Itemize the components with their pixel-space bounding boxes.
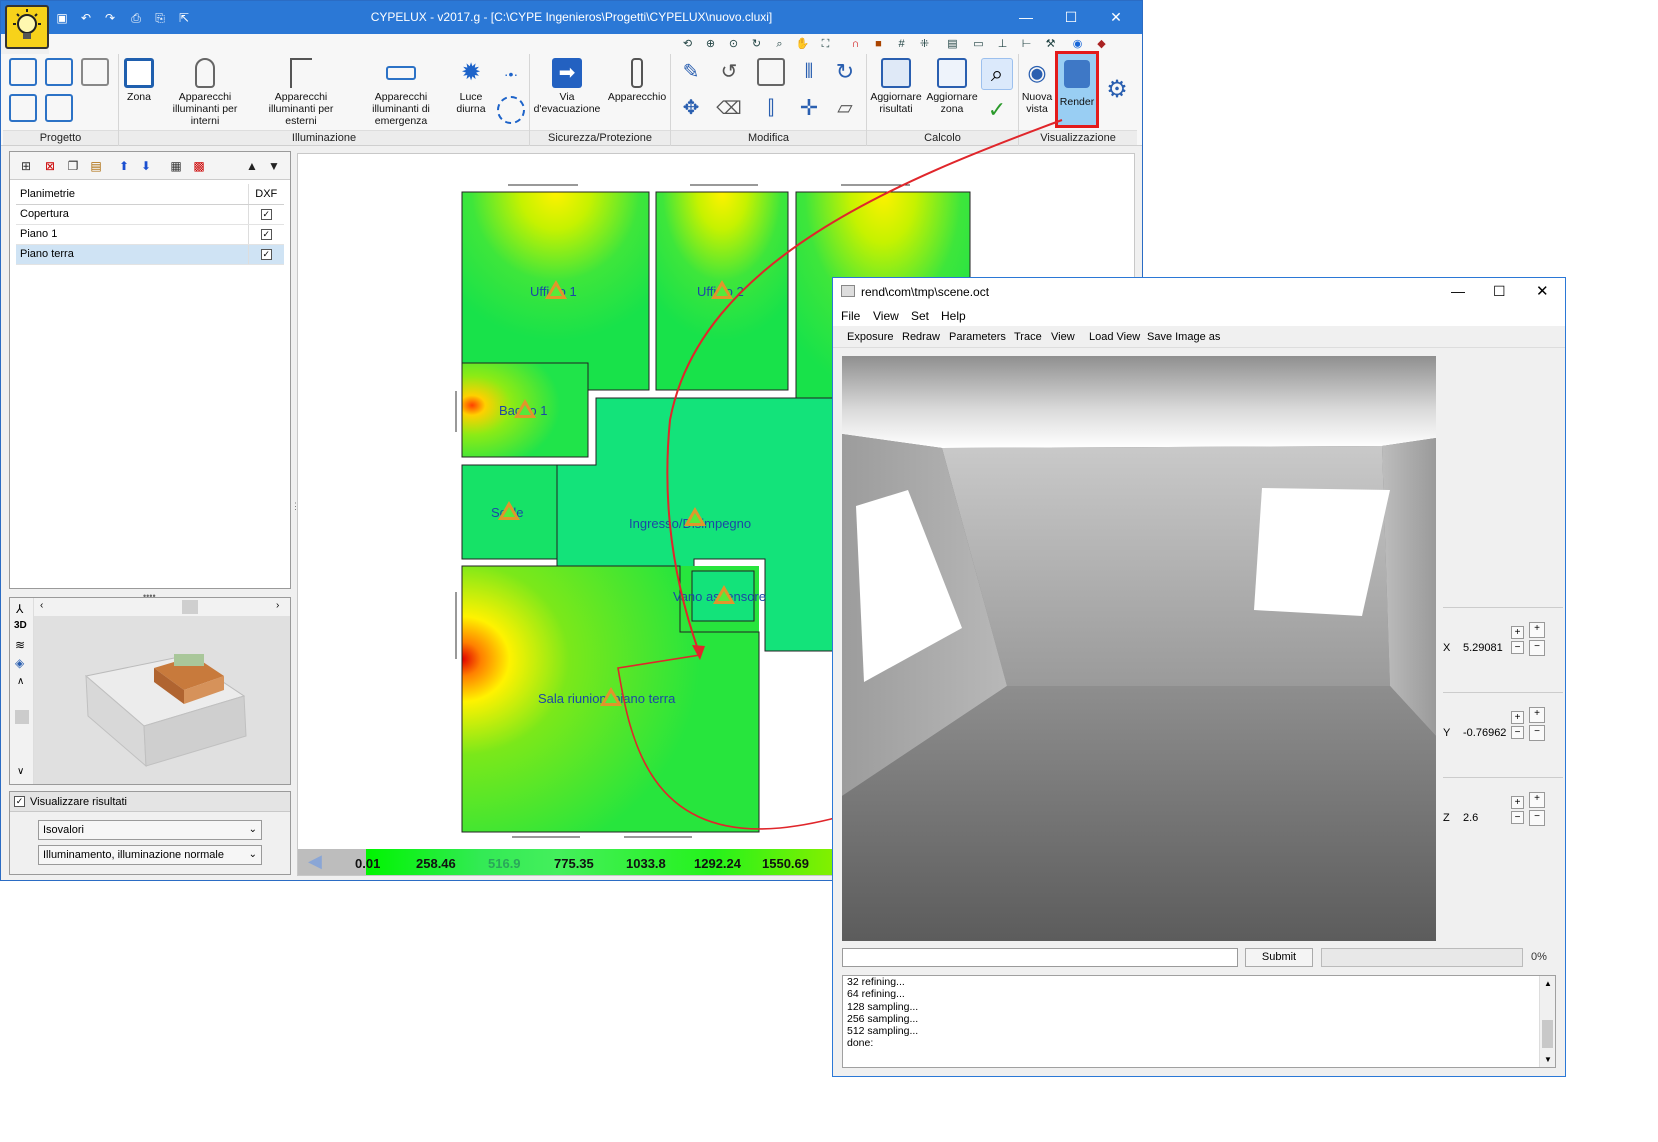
x-increase-small-button[interactable]: + (1511, 626, 1524, 639)
save-image-button[interactable]: Save Image as (1147, 331, 1220, 343)
log-line: 512 sampling... (847, 1025, 919, 1038)
y-decrease-button[interactable]: − (1529, 725, 1545, 741)
exposure-button[interactable]: Exposure (847, 331, 893, 343)
parameters-button[interactable]: Parameters (949, 331, 1006, 343)
render-window: rend\com\tmp\scene.oct — ☐ ✕ File View S… (832, 277, 1566, 1077)
x-decrease-button[interactable]: − (1529, 640, 1545, 656)
render-log: 32 refining... 64 refining... 128 sampli… (842, 975, 1556, 1068)
z-decrease-small-button[interactable]: − (1511, 811, 1524, 824)
y-coordinate: Y -0.76962 + − + − (1443, 692, 1563, 778)
x-increase-button[interactable]: + (1529, 622, 1545, 638)
menu-view[interactable]: View (873, 309, 899, 323)
progress-percent: 0% (1531, 951, 1547, 963)
view-button[interactable]: View (1051, 331, 1075, 343)
z-increase-button[interactable]: + (1529, 792, 1545, 808)
redraw-button[interactable]: Redraw (902, 331, 940, 343)
app-logo-icon[interactable] (5, 5, 49, 49)
y-decrease-small-button[interactable]: − (1511, 726, 1524, 739)
close-button[interactable]: ✕ (1536, 282, 1549, 300)
y-label: Y (1443, 727, 1451, 739)
log-line: 256 sampling... (847, 1012, 919, 1025)
render-viewport[interactable] (842, 356, 1436, 941)
minimize-button[interactable]: — (1451, 283, 1465, 299)
menu-set[interactable]: Set (911, 309, 929, 323)
menu-file[interactable]: File (841, 309, 860, 323)
maximize-button[interactable]: ☐ (1493, 283, 1506, 300)
scroll-down-icon[interactable]: ▼ (1544, 1054, 1552, 1066)
log-line: done: (847, 1037, 874, 1050)
scroll-up-icon[interactable]: ▲ (1544, 978, 1552, 990)
z-value: 2.6 (1463, 812, 1479, 824)
menu-bar: File View Set Help (833, 306, 1565, 326)
command-input[interactable] (842, 948, 1238, 967)
z-increase-small-button[interactable]: + (1511, 796, 1524, 809)
z-label: Z (1443, 812, 1450, 824)
x-label: X (1443, 642, 1451, 654)
render-window-title: rend\com\tmp\scene.oct (861, 285, 990, 299)
y-increase-small-button[interactable]: + (1511, 711, 1524, 724)
room-render-image (842, 356, 1436, 941)
menu-help[interactable]: Help (941, 309, 966, 323)
z-coordinate: Z 2.6 + − + − (1443, 777, 1563, 863)
z-decrease-button[interactable]: − (1529, 810, 1545, 826)
log-line: 128 sampling... (847, 1000, 919, 1013)
progress-bar (1321, 948, 1523, 967)
load-view-button[interactable]: Load View (1089, 331, 1140, 343)
log-scroll-thumb[interactable] (1542, 1020, 1553, 1048)
render-title-bar: rend\com\tmp\scene.oct — ☐ ✕ (833, 278, 1565, 306)
log-scrollbar[interactable]: ▲ ▼ (1539, 976, 1555, 1067)
submit-button[interactable]: Submit (1245, 948, 1313, 967)
trace-button[interactable]: Trace (1014, 331, 1042, 343)
x-value: 5.29081 (1463, 642, 1503, 654)
x-coordinate: X 5.29081 + − + − (1443, 607, 1563, 693)
log-line: 32 refining... (847, 976, 905, 988)
app-window-icon (841, 285, 855, 297)
x-decrease-small-button[interactable]: − (1511, 641, 1524, 654)
y-increase-button[interactable]: + (1529, 707, 1545, 723)
render-toolbar: Exposure Redraw Parameters Trace View Lo… (833, 326, 1565, 348)
log-line: 64 refining... (847, 988, 905, 1001)
y-value: -0.76962 (1463, 727, 1507, 739)
